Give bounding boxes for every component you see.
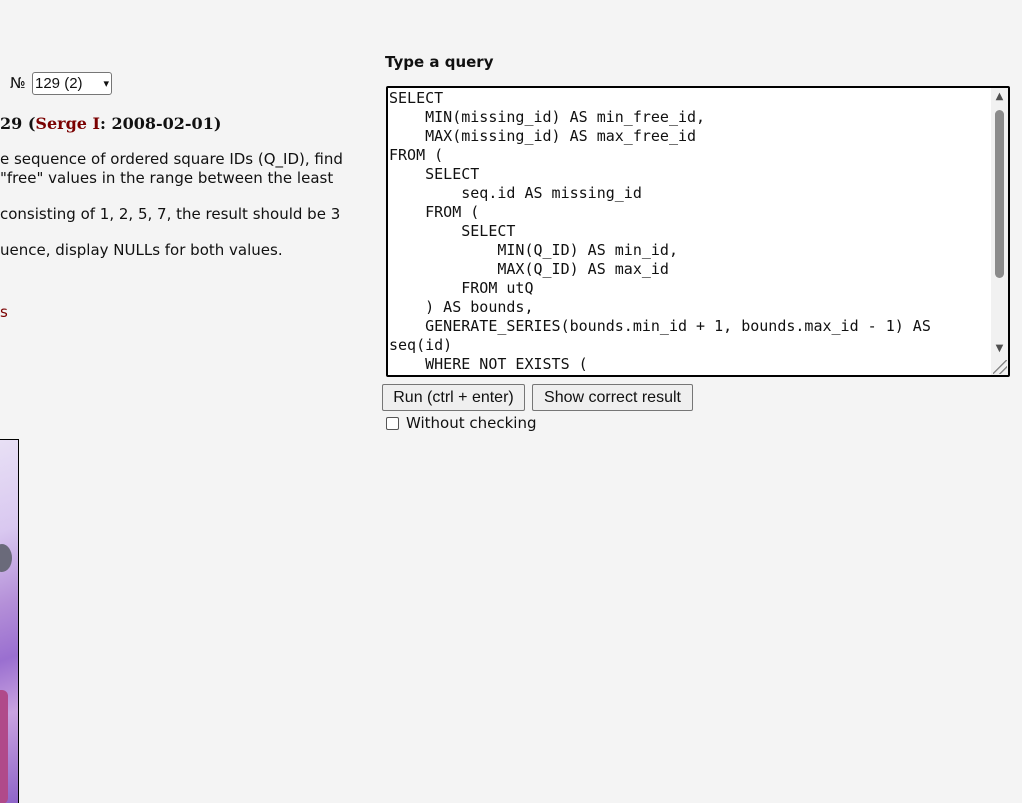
avatar-figure <box>0 690 8 803</box>
without-checking-checkbox[interactable] <box>386 416 399 430</box>
run-button[interactable]: Run (ctrl + enter) <box>382 384 525 411</box>
task-title-suffix: : 2008-02-01) <box>100 114 222 133</box>
task-description-line-4: uence, display NULLs for both values. <box>0 241 283 259</box>
without-checking-label: Without checking <box>406 414 537 432</box>
query-editor[interactable]: SELECT MIN(missing_id) AS min_free_id, M… <box>386 86 1010 377</box>
without-checking-row[interactable]: Without checking <box>386 414 537 432</box>
task-number-label: № <box>10 74 26 92</box>
avatar-image <box>0 439 19 803</box>
task-description-line-2: "free" values in the range between the l… <box>0 169 334 187</box>
task-author-link[interactable]: Serge I <box>35 114 100 133</box>
task-select[interactable]: 129 (2) ▾ <box>32 72 112 95</box>
task-select-value: 129 (2) <box>35 75 83 92</box>
scroll-up-icon[interactable]: ▲ <box>991 88 1008 105</box>
editor-scrollbar[interactable]: ▲ ▼ <box>991 88 1008 375</box>
task-description-line-1: e sequence of ordered square IDs (Q_ID),… <box>0 150 343 168</box>
task-title-prefix: 29 ( <box>0 114 36 133</box>
show-correct-result-button[interactable]: Show correct result <box>532 384 693 411</box>
avatar-badge <box>0 544 12 572</box>
task-title: 29 (Serge I: 2008-02-01) <box>0 114 221 133</box>
page: № 129 (2) ▾ 29 (Serge I: 2008-02-01) e s… <box>0 0 1022 803</box>
query-label: Type a query <box>385 53 494 71</box>
task-description-line-3: consisting of 1, 2, 5, 7, the result sho… <box>0 205 341 223</box>
scroll-thumb[interactable] <box>995 110 1004 278</box>
scroll-down-icon[interactable]: ▼ <box>991 340 1008 357</box>
query-text[interactable]: SELECT MIN(missing_id) AS min_free_id, M… <box>389 89 991 374</box>
chevron-down-icon: ▾ <box>103 78 109 90</box>
left-link[interactable]: s <box>0 303 8 321</box>
resize-grip-icon[interactable] <box>993 360 1007 374</box>
